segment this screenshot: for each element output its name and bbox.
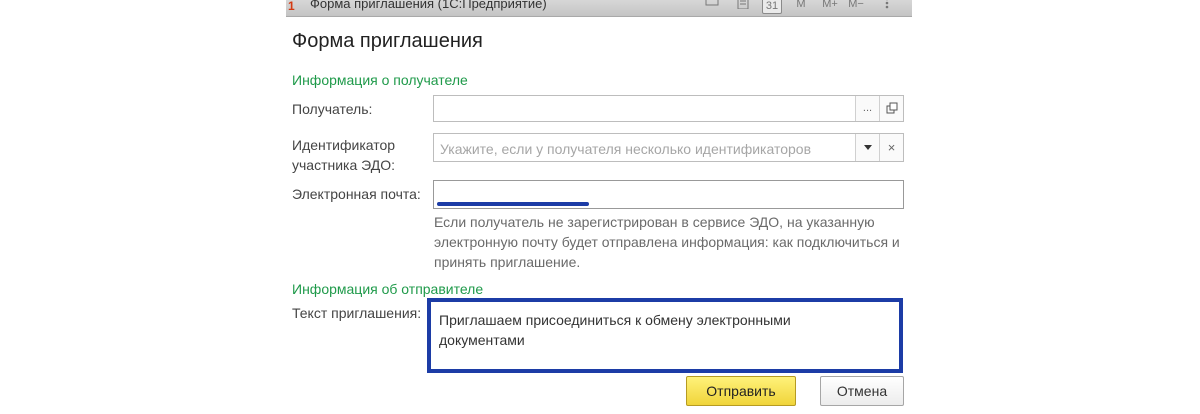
calendar-button[interactable]: 31	[762, 0, 782, 14]
menu-icon[interactable]	[880, 0, 894, 11]
edo-id-label-line2: участника ЭДО:	[292, 157, 396, 173]
memory-button[interactable]: M	[794, 0, 808, 11]
cancel-button[interactable]: Отмена	[820, 376, 904, 406]
recipient-field[interactable]: ...	[433, 95, 904, 122]
clear-icon[interactable]: ×	[879, 134, 903, 161]
dropdown-icon[interactable]	[855, 134, 879, 161]
memory-plus-button[interactable]: M+	[820, 0, 840, 11]
edo-id-field[interactable]: Укажите, если у получателя несколько иде…	[433, 133, 904, 162]
title-bar: 1 Форма приглашения (1С:Предприятие) 31 …	[286, 0, 912, 17]
app-logo-icon: 1	[288, 0, 295, 13]
edo-id-placeholder: Укажите, если у получателя несколько иде…	[440, 141, 811, 157]
edo-id-label-line1: Идентификатор	[292, 137, 396, 153]
calculator-icon[interactable]	[736, 0, 750, 11]
recipient-section-header: Информация о получателе	[292, 72, 468, 88]
printer-icon[interactable]	[704, 0, 720, 11]
invite-text-value: Приглашаем присоединиться к обмену элект…	[439, 312, 791, 348]
invitation-window: 1 Форма приглашения (1С:Предприятие) 31 …	[286, 0, 912, 414]
sender-section-header: Информация об отправителе	[292, 281, 484, 297]
window-title: Форма приглашения (1С:Предприятие)	[310, 0, 547, 11]
send-button[interactable]: Отправить	[686, 376, 796, 406]
memory-minus-button[interactable]: M−	[846, 0, 866, 11]
redaction-bar	[437, 202, 589, 206]
invite-text-field[interactable]: Приглашаем присоединиться к обмену элект…	[427, 298, 903, 373]
email-hint-text: Если получатель не зарегистрирован в сер…	[434, 214, 900, 270]
edo-id-label: Идентификатор участника ЭДО:	[292, 135, 395, 175]
invite-text-label: Текст приглашения:	[292, 305, 422, 321]
email-label: Электронная почта:	[292, 186, 421, 202]
form-title: Форма приглашения	[292, 30, 483, 52]
recipient-label: Получатель:	[292, 101, 373, 117]
open-icon[interactable]	[879, 96, 903, 121]
recipient-select-button[interactable]: ...	[855, 96, 879, 121]
email-field[interactable]	[433, 180, 904, 209]
